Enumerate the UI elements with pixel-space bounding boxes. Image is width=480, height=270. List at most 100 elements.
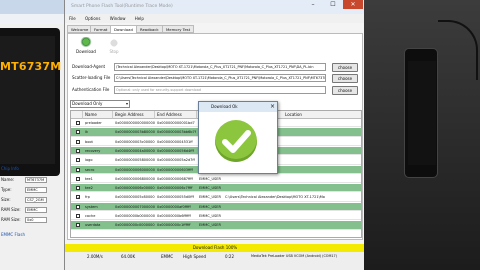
da-field[interactable]: \Technical Alexander\Desktop\MOTO XT-172… [114,63,326,71]
tab-readback[interactable]: Readback [136,25,163,33]
row-checkbox[interactable] [76,214,80,218]
phone-device-screen [408,61,436,165]
cell-begin: 0x0000000004a00000 [115,148,155,153]
cell-begin: 0x0000000000000000 [115,121,155,125]
auth-field[interactable]: Optional: only used for security-support… [114,86,326,94]
cell-begin: 0x0000000006c00000 [115,186,155,191]
cell-end: 0x000000000687ffff [157,176,193,181]
download-icon [80,37,92,49]
cell-name: preloader [85,121,102,125]
download-button[interactable]: Download [74,37,98,54]
col-check [71,111,83,119]
cell-name: userdata [85,223,101,228]
checkmark-icon [215,120,257,162]
info-value: 0x0 [25,217,47,223]
scatter-field[interactable]: C:\Users\Technical Alexander\Desktop\MOT… [114,74,326,82]
cell-region: EMMC_USER [199,223,221,228]
download-mode-value: Download Only [72,101,103,106]
left-window-menubar [0,14,64,24]
tab-format[interactable]: Format [90,25,112,33]
scatter-choose-button[interactable]: choose [332,74,358,83]
download-ok-dialog: Download Ok × [198,101,278,174]
table-row[interactable]: tee1 0x0000000006800000 0x000000000687ffff… [71,175,361,184]
minimize-button[interactable]: – [303,0,323,9]
cell-begin: 0x00000000b0000000 [115,214,155,218]
col-end[interactable]: End Address [155,111,197,119]
status-speed: 2.00M/s [87,254,103,259]
col-begin[interactable]: Begin Address [113,111,155,119]
download-label: Download [76,49,96,54]
row-checkbox[interactable] [76,158,80,163]
col-name[interactable]: Name [83,111,113,119]
da-choose-button[interactable]: choose [332,63,358,72]
stop-button[interactable]: Stop [102,37,126,54]
download-mode-select[interactable]: Download Only ▾ [70,100,130,108]
cell-name: system [85,204,98,209]
left-window: MT6737M Chip Info Name: MT6737M Type: EMMC… [0,0,64,270]
cell-end: 0x00000000055d0fff [157,195,194,200]
info-value: EMMC [25,187,47,193]
tab-welcome[interactable]: Welcome [67,25,93,33]
cell-name: tee2 [85,186,93,191]
cell-end: 0x000000000001bd7 [157,121,195,125]
phone-screen [0,36,55,164]
cell-region: EMMC_USER [199,186,221,191]
progress-text: Download Flash 100% [192,245,238,250]
close-button[interactable]: ✕ [343,0,363,9]
cell-name: tee1 [85,176,93,181]
row-checkbox[interactable] [76,121,80,125]
maximize-button[interactable]: ☐ [323,0,343,9]
row-checkbox[interactable] [76,186,80,191]
menu-file[interactable]: File [69,16,76,21]
info-value: EMMC [25,207,47,213]
cell-begin: 0x0000000005800000 [115,158,155,163]
chip-label: MT6737M [0,60,62,73]
cell-begin: 0x0000000005c80000 [115,195,155,200]
cell-end: 0x0000000006c7ffff [157,186,193,191]
status-storage: EMMC [161,254,174,259]
menu-window[interactable]: Window [110,16,126,21]
menu-help[interactable]: Help [135,16,144,21]
chip-info-title: Chip Info [1,166,19,171]
tab-memory-test[interactable]: Memory Test [162,25,195,33]
left-window-titlebar [0,0,64,14]
table-row[interactable]: userdata 0x00000000c0000000 0x00000000c1ff… [71,221,361,230]
row-checkbox[interactable] [76,139,80,144]
cell-name: lk [85,130,88,135]
stop-label: Stop [109,49,119,54]
cell-begin: 0x0000000007000000 [115,204,155,209]
row-checkbox[interactable] [76,148,80,153]
table-row[interactable]: tee2 0x0000000006c00000 0x0000000006c7ffff… [71,184,361,193]
cell-end: 0x0000000005a2d7ff [157,158,195,163]
row-checkbox[interactable] [76,204,80,209]
menubar: File Options Window Help [65,14,365,23]
cell-name: boot [85,139,93,144]
info-row: Name: MT6737M [1,176,63,184]
dialog-close-button[interactable]: × [270,102,275,112]
table-row[interactable]: cache 0x00000000b0000000 0x00000000b6fffff… [71,212,361,221]
menu-options[interactable]: Options [85,16,100,21]
row-checkbox[interactable] [76,130,80,135]
status-size: 64.00K [121,254,136,259]
info-row: Size: CS7_2GM [1,196,63,204]
info-value: CS7_2GM [25,197,47,203]
row-checkbox[interactable] [76,223,80,228]
dialog-titlebar: Download Ok × [199,102,277,112]
cell-region: EMMC_USER [199,195,221,200]
table-row[interactable]: system 0x0000000007000000 0x00000000af0fff… [71,202,361,212]
table-row[interactable]: ✓ frp 0x0000000005c80000 0x00000000055d0fff… [71,193,361,202]
cell-begin: 0x0000000006800000 [115,176,155,181]
status-time: 0:22 [225,254,234,259]
phone-photo [364,0,480,270]
row-checkbox[interactable] [76,176,80,181]
choose-label: choose [337,65,353,70]
auth-choose-button[interactable]: choose [332,86,358,95]
row-checkbox[interactable]: ✓ [76,195,80,200]
row-checkbox[interactable] [76,167,80,172]
cell-name: secro [85,167,95,172]
emmc-flash-label: EMMC Flash [1,232,25,237]
cell-name: recovery [85,148,101,153]
cell-begin: 0x0000000006000000 [115,167,155,172]
cell-end: 0x000000000603ffff [157,167,193,172]
cell-begin: 0x0000000003b80000 [115,130,155,135]
